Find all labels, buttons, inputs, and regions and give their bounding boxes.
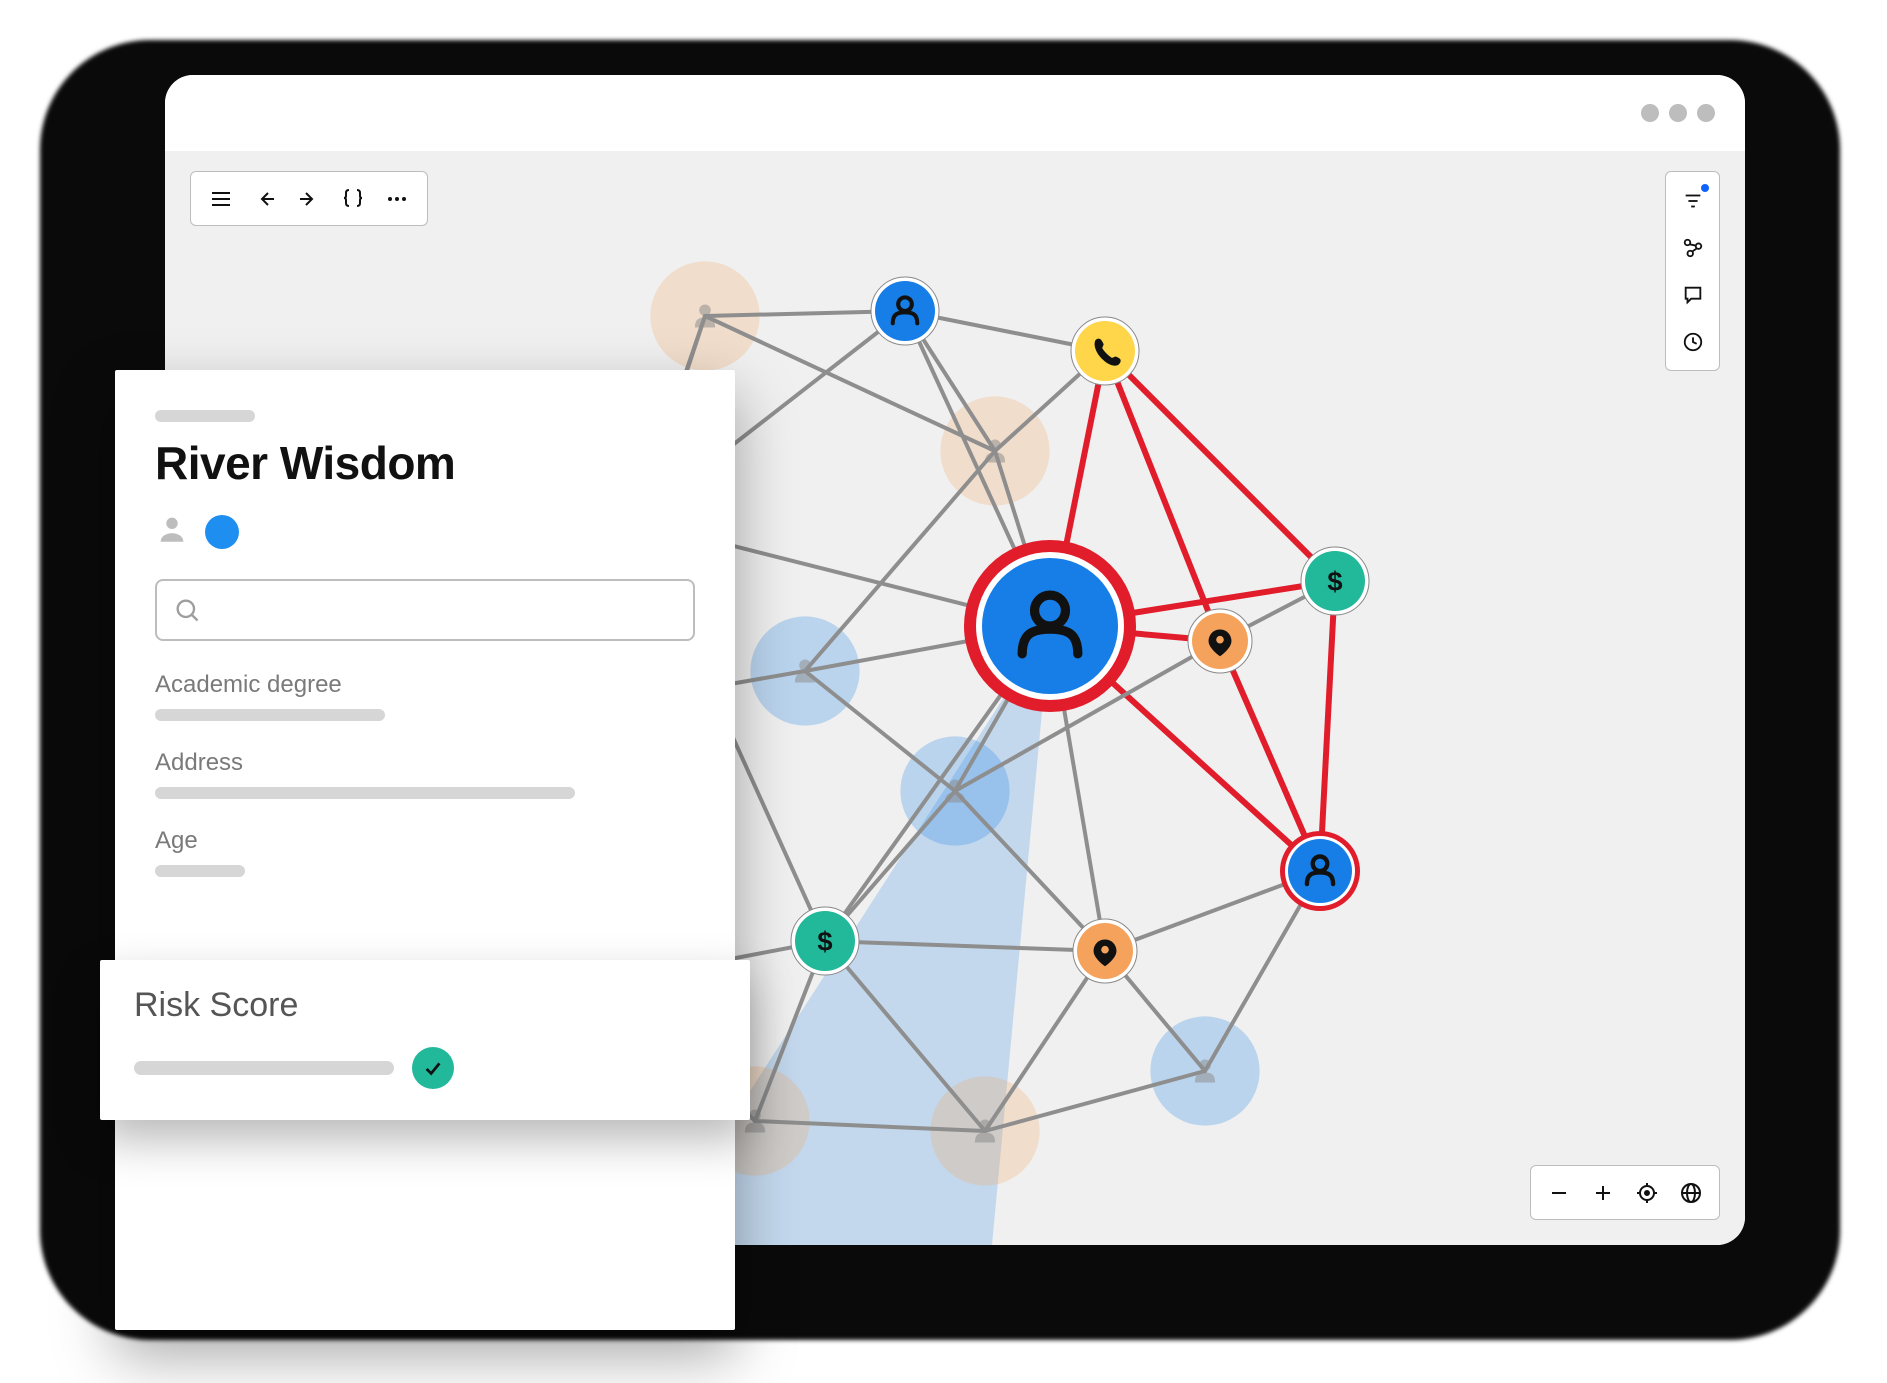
filter-button[interactable] <box>1670 178 1715 223</box>
graph-node-nTopPerson[interactable] <box>871 277 939 345</box>
field-value-placeholder <box>155 787 575 799</box>
entity-detail-panel: River Wisdom Academic degree Address Age… <box>115 370 735 1330</box>
more-button[interactable] <box>377 179 417 219</box>
zoom-in-button[interactable] <box>1583 1173 1623 1213</box>
risk-score-card: Risk Score <box>100 960 750 1120</box>
field-value-placeholder <box>155 709 385 721</box>
detail-search-input[interactable] <box>155 579 695 641</box>
field-label: Address <box>155 749 695 777</box>
risk-score-bar <box>134 1061 394 1075</box>
graph-node-nPhone[interactable] <box>1071 317 1139 385</box>
person-icon <box>155 512 189 551</box>
risk-score-title: Risk Score <box>134 986 716 1025</box>
check-badge-icon <box>412 1047 454 1089</box>
graph-node-nPersonRight[interactable] <box>1280 831 1360 911</box>
window-control-dot[interactable] <box>1641 104 1659 122</box>
forward-button[interactable] <box>289 179 329 219</box>
back-button[interactable] <box>245 179 285 219</box>
right-tool-panel <box>1665 171 1720 371</box>
entity-title: River Wisdom <box>155 436 695 490</box>
search-icon <box>173 596 201 624</box>
recenter-button[interactable] <box>1627 1173 1667 1213</box>
zoom-out-button[interactable] <box>1539 1173 1579 1213</box>
graph-node-centerPerson[interactable] <box>964 540 1136 712</box>
field-value-placeholder <box>155 865 245 877</box>
svg-text:$: $ <box>1327 566 1342 597</box>
comment-button[interactable] <box>1670 272 1715 317</box>
graph-toolbar <box>190 171 428 226</box>
placeholder-bar <box>155 410 255 422</box>
graph-node-nPinBottom[interactable] <box>1073 919 1137 983</box>
history-button[interactable] <box>1670 319 1715 364</box>
notification-dot-icon <box>1701 184 1709 192</box>
graph-node-nDollarBottom[interactable]: $ <box>791 907 859 975</box>
title-bar <box>165 75 1745 151</box>
braces-button[interactable] <box>333 179 373 219</box>
status-dot-icon <box>205 515 239 549</box>
svg-text:$: $ <box>817 926 832 957</box>
zoom-panel <box>1530 1165 1720 1220</box>
field-label: Age <box>155 827 695 855</box>
window-control-dot[interactable] <box>1669 104 1687 122</box>
menu-button[interactable] <box>201 179 241 219</box>
window-control-dot[interactable] <box>1697 104 1715 122</box>
relations-button[interactable] <box>1670 225 1715 270</box>
field-label: Academic degree <box>155 671 695 699</box>
globe-button[interactable] <box>1671 1173 1711 1213</box>
graph-node-nPinRight[interactable] <box>1188 609 1252 673</box>
graph-node-nDollarRight[interactable]: $ <box>1301 547 1369 615</box>
